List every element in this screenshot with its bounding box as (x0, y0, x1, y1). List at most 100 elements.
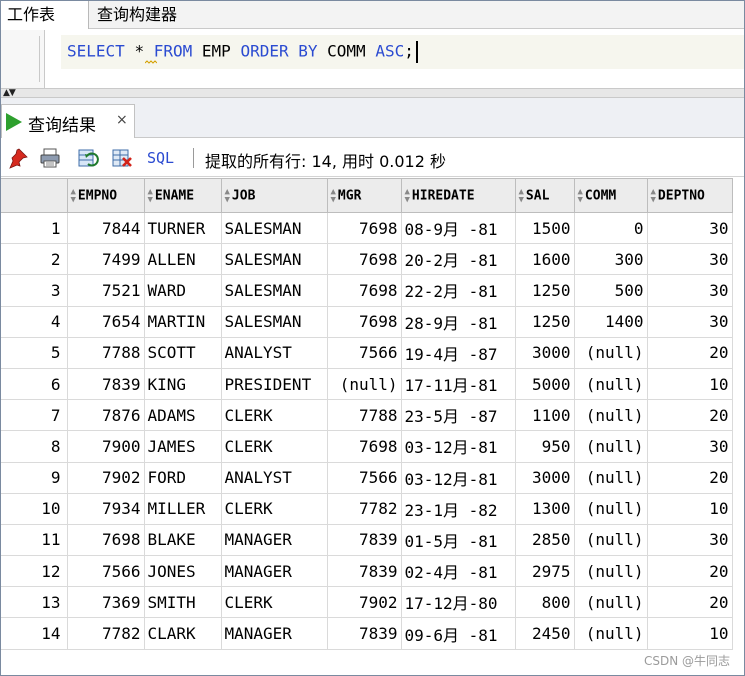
cell-hiredate[interactable]: 23-5月 -87 (400, 399, 516, 432)
collapse-arrows-icon[interactable]: ▲▼ (3, 88, 16, 98)
cell-deptno[interactable]: 30 (646, 243, 733, 276)
cell-sal[interactable]: 1300 (514, 492, 575, 525)
cell-mgr[interactable]: 7698 (326, 243, 402, 276)
cell-empno[interactable]: 7654 (66, 305, 145, 338)
cell-job[interactable]: CLERK (220, 430, 328, 463)
cell-sal[interactable]: 950 (514, 430, 575, 463)
table-row[interactable]: 5 7788 SCOTT ANALYST 7566 19-4月 -87 3000 (null)… (1, 336, 733, 369)
cell-hiredate[interactable]: 02-4月 -81 (400, 555, 516, 588)
cell-comm[interactable]: 1400 (573, 305, 648, 338)
cell-comm[interactable]: (null) (573, 586, 648, 619)
column-header-comm[interactable]: ▲ ▼ COMM (573, 178, 648, 213)
cell-mgr[interactable]: 7782 (326, 492, 402, 525)
cell-empno[interactable]: 7839 (66, 367, 145, 401)
table-row[interactable]: 6 7839 KING PRESIDENT (null) 17-11月-81 5000 (nu… (1, 367, 733, 401)
panel-splitter[interactable]: ▲▼ (1, 88, 744, 98)
cell-comm[interactable]: (null) (573, 430, 648, 463)
cell-empno[interactable]: 7844 (66, 211, 145, 245)
column-header-ename[interactable]: ▲ ▼ ENAME (143, 178, 222, 213)
cell-job[interactable]: MANAGER (220, 555, 328, 588)
cell-job[interactable]: PRESIDENT (220, 367, 328, 401)
cell-empno[interactable]: 7521 (66, 274, 145, 307)
cell-comm[interactable]: (null) (573, 617, 648, 650)
cell-comm[interactable]: (null) (573, 492, 648, 525)
cell-comm[interactable]: 300 (573, 243, 648, 276)
cell-hiredate[interactable]: 19-4月 -87 (400, 336, 516, 369)
cell-mgr[interactable]: 7902 (326, 586, 402, 619)
cell-job[interactable]: MANAGER (220, 523, 328, 557)
cell-hiredate[interactable]: 08-9月 -81 (400, 211, 516, 245)
cell-deptno[interactable]: 30 (646, 274, 733, 307)
cell-hiredate[interactable]: 09-6月 -81 (400, 617, 516, 650)
cell-ename[interactable]: WARD (143, 274, 222, 307)
cell-job[interactable]: ANALYST (220, 336, 328, 369)
cell-empno[interactable]: 7698 (66, 523, 145, 557)
cell-job[interactable]: ANALYST (220, 461, 328, 494)
cell-sal[interactable]: 2450 (514, 617, 575, 650)
close-icon[interactable]: × (116, 112, 128, 128)
cell-ename[interactable]: MILLER (143, 492, 222, 525)
cell-mgr[interactable]: (null) (326, 367, 402, 401)
refresh-icon[interactable] (77, 147, 99, 169)
cell-sal[interactable]: 3000 (514, 461, 575, 494)
cell-deptno[interactable]: 10 (646, 492, 733, 525)
cell-comm[interactable]: 500 (573, 274, 648, 307)
column-header-empno[interactable]: ▲ ▼ EMPNO (66, 178, 145, 213)
cell-ename[interactable]: ALLEN (143, 243, 222, 276)
table-row[interactable]: 3 7521 WARD SALESMAN 7698 22-2月 -81 1250 500 30 (1, 274, 733, 307)
cell-mgr[interactable]: 7788 (326, 399, 402, 432)
export-icon[interactable] (111, 147, 133, 169)
cell-empno[interactable]: 7900 (66, 430, 145, 463)
cell-hiredate[interactable]: 01-5月 -81 (400, 523, 516, 557)
cell-ename[interactable]: MARTIN (143, 305, 222, 338)
table-row[interactable]: 4 7654 MARTIN SALESMAN 7698 28-9月 -81 1250 1400… (1, 305, 733, 338)
cell-ename[interactable]: FORD (143, 461, 222, 494)
cell-empno[interactable]: 7902 (66, 461, 145, 494)
cell-comm[interactable]: (null) (573, 523, 648, 557)
cell-mgr[interactable]: 7698 (326, 274, 402, 307)
table-row[interactable]: 1 7844 TURNER SALESMAN 7698 08-9月 -81 1500 0 30 (1, 211, 733, 245)
cell-mgr[interactable]: 7839 (326, 617, 402, 650)
current-line-highlight[interactable]: SELECT * FROM EMP ORDER BY COMM ASC; (61, 35, 744, 69)
cell-empno[interactable]: 7369 (66, 586, 145, 619)
cell-empno[interactable]: 7876 (66, 399, 145, 432)
cell-deptno[interactable]: 20 (646, 461, 733, 494)
cell-sal[interactable]: 5000 (514, 367, 575, 401)
tab-query-builder[interactable]: 查询构建器 (91, 1, 221, 29)
cell-empno[interactable]: 7499 (66, 243, 145, 276)
column-header-job[interactable]: ▲ ▼ JOB (220, 178, 328, 213)
table-row[interactable]: 10 7934 MILLER CLERK 7782 23-1月 -82 1300 (null)… (1, 492, 733, 525)
cell-deptno[interactable]: 20 (646, 399, 733, 432)
column-header-sal[interactable]: ▲ ▼ SAL (514, 178, 575, 213)
column-header-deptno[interactable]: ▲ ▼ DEPTNO (646, 178, 733, 213)
cell-mgr[interactable]: 7839 (326, 555, 402, 588)
cell-mgr[interactable]: 7566 (326, 461, 402, 494)
cell-comm[interactable]: 0 (573, 211, 648, 245)
cell-comm[interactable]: (null) (573, 399, 648, 432)
sql-button[interactable]: SQL (147, 149, 174, 167)
cell-ename[interactable]: CLARK (143, 617, 222, 650)
cell-hiredate[interactable]: 22-2月 -81 (400, 274, 516, 307)
cell-ename[interactable]: JAMES (143, 430, 222, 463)
cell-deptno[interactable]: 10 (646, 617, 733, 650)
cell-sal[interactable]: 1250 (514, 305, 575, 338)
cell-ename[interactable]: JONES (143, 555, 222, 588)
sql-editor[interactable]: SELECT * FROM EMP ORDER BY COMM ASC; (1, 30, 744, 88)
table-row[interactable]: 12 7566 JONES MANAGER 7839 02-4月 -81 2975 (null… (1, 555, 733, 588)
cell-deptno[interactable]: 30 (646, 523, 733, 557)
cell-sal[interactable]: 1250 (514, 274, 575, 307)
table-row[interactable]: 14 7782 CLARK MANAGER 7839 09-6月 -81 2450 (null… (1, 617, 733, 650)
cell-job[interactable]: CLERK (220, 399, 328, 432)
cell-mgr[interactable]: 7566 (326, 336, 402, 369)
cell-job[interactable]: SALESMAN (220, 274, 328, 307)
cell-sal[interactable]: 800 (514, 586, 575, 619)
cell-hiredate[interactable]: 28-9月 -81 (400, 305, 516, 338)
cell-comm[interactable]: (null) (573, 555, 648, 588)
cell-deptno[interactable]: 20 (646, 555, 733, 588)
cell-empno[interactable]: 7788 (66, 336, 145, 369)
table-row[interactable]: 9 7902 FORD ANALYST 7566 03-12月-81 3000 (null) 2… (1, 461, 733, 494)
sql-code[interactable]: SELECT * FROM EMP ORDER BY COMM ASC; (67, 41, 418, 63)
cell-mgr[interactable]: 7839 (326, 523, 402, 557)
cell-empno[interactable]: 7566 (66, 555, 145, 588)
cell-sal[interactable]: 1500 (514, 211, 575, 245)
